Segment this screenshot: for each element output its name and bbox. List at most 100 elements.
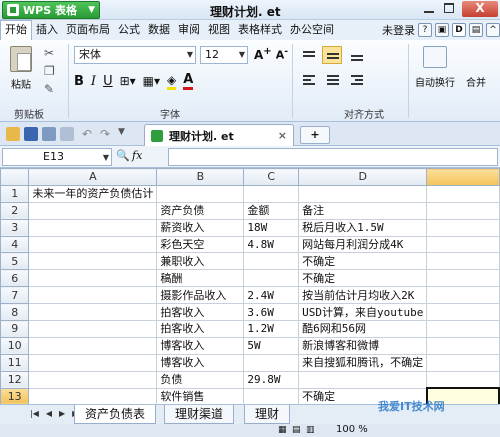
cell-c[interactable]: 5W	[243, 336, 300, 355]
spreadsheet-grid[interactable]: A B C D 1 未来一年的资产负债估计 2 资产负债 金额 备注 3 薪资收入 18W 税后月…	[0, 168, 500, 404]
feedback-icon[interactable]: ▤	[469, 23, 483, 37]
cell-c[interactable]	[243, 387, 300, 404]
print-preview-icon[interactable]	[60, 127, 74, 141]
column-header[interactable]: D	[298, 168, 428, 186]
cell-d[interactable]: 不确定	[298, 252, 428, 271]
formula-input[interactable]	[168, 148, 498, 166]
cell-d[interactable]: 网站每月利润分成4K	[298, 235, 428, 254]
cell-e[interactable]	[426, 320, 500, 338]
cell-d[interactable]: 来自搜狐和腾讯，不确定	[298, 353, 428, 372]
merge-center-button[interactable]: 合并	[466, 74, 486, 89]
insert-function-button[interactable]: fx	[132, 149, 142, 162]
close-button[interactable]: X	[462, 1, 498, 17]
cut-icon[interactable]: ✂	[44, 46, 55, 60]
paste-button[interactable]: 粘贴	[6, 46, 36, 91]
customize-icon[interactable]: ▼	[118, 127, 132, 141]
row-header[interactable]: 6	[0, 269, 30, 288]
cell-d[interactable]	[298, 184, 428, 203]
column-header[interactable]: B	[156, 168, 245, 186]
row-header[interactable]: 7	[0, 286, 30, 305]
row-header[interactable]: 5	[0, 252, 30, 271]
wrap-text-button[interactable]: 自动换行	[414, 46, 456, 89]
align-middle-button[interactable]	[322, 46, 342, 64]
format-painter-icon[interactable]: ✎	[44, 82, 55, 96]
menu-table-style[interactable]: 表格样式	[234, 20, 286, 40]
first-sheet-icon[interactable]: |◀	[30, 409, 39, 418]
cell-b[interactable]: 软件销售	[156, 387, 245, 404]
help-icon[interactable]: ?	[418, 23, 432, 37]
prev-sheet-icon[interactable]: ◀	[46, 409, 52, 418]
cell-c[interactable]	[243, 353, 300, 372]
cell-b[interactable]: 稿酬	[156, 269, 245, 288]
new-tab-button[interactable]: +	[300, 126, 330, 144]
row-header[interactable]: 13	[0, 387, 30, 404]
cell-b[interactable]: 博客收入	[156, 353, 245, 372]
cell-a[interactable]	[28, 218, 158, 237]
cell-a[interactable]	[28, 303, 158, 322]
cell-c[interactable]: 1.2W	[243, 320, 300, 338]
cell-d[interactable]	[298, 370, 428, 389]
undo-icon[interactable]: ↶	[82, 127, 96, 141]
menu-view[interactable]: 视图	[204, 20, 234, 40]
name-box[interactable]: E13 ▼	[2, 148, 112, 166]
cell-a[interactable]	[28, 235, 158, 254]
page-view-icon[interactable]: ▤	[292, 425, 301, 435]
cell-d[interactable]: USD计算，来自youtube	[298, 303, 428, 322]
wps-app-menu-button[interactable]: WPS 表格 ▼	[2, 1, 100, 19]
cell-b[interactable]: 摄影作品收入	[156, 286, 245, 305]
row-header[interactable]: 1	[0, 184, 30, 203]
close-tab-icon[interactable]: ×	[278, 129, 287, 142]
cell-b[interactable]: 拍客收入	[156, 320, 245, 338]
menu-insert[interactable]: 插入	[32, 20, 62, 40]
cell-b[interactable]: 薪资收入	[156, 218, 245, 237]
open-folder-icon[interactable]	[6, 127, 20, 141]
cell-e[interactable]	[426, 218, 500, 237]
font-color-icon[interactable]: A	[183, 72, 194, 90]
cell-c[interactable]	[243, 252, 300, 271]
break-view-icon[interactable]: ▥	[306, 425, 315, 435]
copy-icon[interactable]: ❐	[44, 64, 55, 78]
minimize-button[interactable]	[424, 3, 434, 13]
cell-d[interactable]: 备注	[298, 201, 428, 220]
cell-a[interactable]: 未来一年的资产负债估计	[28, 184, 158, 203]
column-header[interactable]: C	[243, 168, 300, 186]
fill-color-icon[interactable]: ◈	[167, 73, 177, 90]
grow-font-icon[interactable]: A+	[254, 46, 272, 62]
merge-cell-icon[interactable]: ▦▾	[143, 74, 160, 88]
align-left-button[interactable]	[298, 70, 318, 88]
cell-a[interactable]	[28, 252, 158, 271]
cell-e[interactable]	[426, 303, 500, 322]
cell-c[interactable]: 18W	[243, 218, 300, 237]
menu-home[interactable]: 开始	[0, 20, 32, 40]
cell-b[interactable]: 博客收入	[156, 336, 245, 355]
cell-e[interactable]	[426, 353, 500, 372]
cell-a[interactable]	[28, 269, 158, 288]
cell-c[interactable]: 3.6W	[243, 303, 300, 322]
bold-button[interactable]: B	[74, 74, 84, 89]
menu-office-space[interactable]: 办公空间	[286, 20, 338, 40]
maximize-button[interactable]	[444, 3, 454, 13]
menu-page-layout[interactable]: 页面布局	[62, 20, 114, 40]
cell-d[interactable]: 税后月收入1.5W	[298, 218, 428, 237]
font-size-select[interactable]: 12 ▼	[200, 46, 248, 64]
next-sheet-icon[interactable]: ▶	[59, 409, 65, 418]
cell-c[interactable]: 2.4W	[243, 286, 300, 305]
cell-e[interactable]	[426, 184, 500, 203]
ribbon-collapse-icon[interactable]: ^	[486, 23, 500, 37]
cell-c[interactable]: 金额	[243, 201, 300, 220]
cell-a[interactable]	[28, 387, 158, 404]
row-header[interactable]: 9	[0, 320, 30, 338]
account-icon[interactable]: D	[452, 23, 466, 37]
menu-data[interactable]: 数据	[144, 20, 174, 40]
cell-b[interactable]: 负债	[156, 370, 245, 389]
align-center-button[interactable]	[322, 70, 342, 88]
cell-c[interactable]	[243, 184, 300, 203]
cell-c[interactable]: 4.8W	[243, 235, 300, 254]
underline-button[interactable]: U	[103, 74, 113, 89]
cell-e[interactable]	[426, 252, 500, 271]
cell-a[interactable]	[28, 353, 158, 372]
cell-e[interactable]	[426, 269, 500, 288]
print-icon[interactable]	[42, 127, 56, 141]
cell-e[interactable]	[426, 201, 500, 220]
cell-d[interactable]: 酷6网和56网	[298, 320, 428, 338]
